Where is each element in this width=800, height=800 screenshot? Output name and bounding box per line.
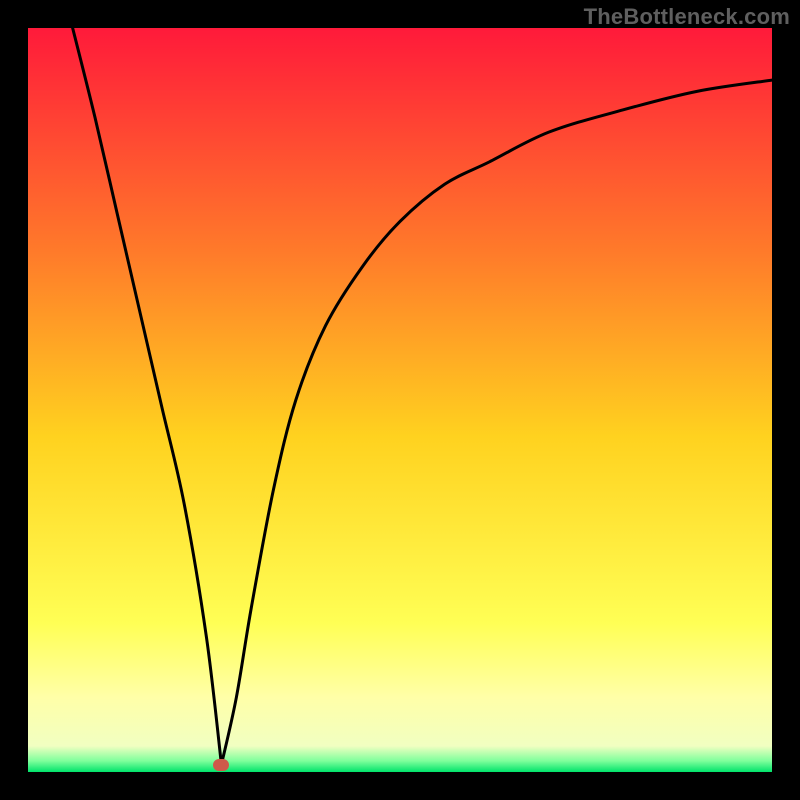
optimal-point-marker (213, 759, 229, 771)
bottleneck-chart (28, 28, 772, 772)
chart-background (28, 28, 772, 772)
chart-frame (28, 28, 772, 772)
watermark-text: TheBottleneck.com (584, 4, 790, 30)
